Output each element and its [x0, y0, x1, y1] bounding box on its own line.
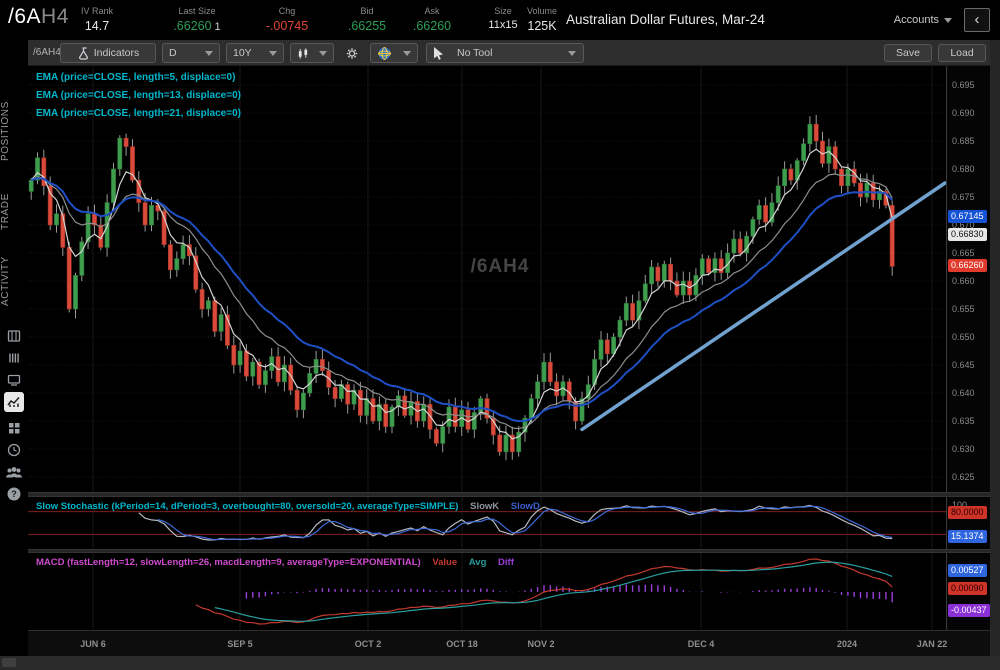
chart-symbol-tab[interactable]: /6AH4 — [33, 47, 61, 58]
study-labels[interactable]: EMA (price=CLOSE, length=5, displace=0) … — [36, 72, 241, 126]
stochastic-label[interactable]: Slow Stochastic (kPeriod=14, dPeriod=3, … — [36, 501, 540, 512]
time-axis[interactable]: JUN 6 SEP 5 OCT 2 OCT 18 NOV 2 DEC 4 2024 JAN 2… — [28, 630, 990, 656]
time-axis-label: DEC 4 — [679, 639, 723, 649]
legend-slowd: SlowD — [511, 501, 540, 512]
price-tick: 0.625 — [952, 472, 975, 482]
price-tick: 0.685 — [952, 136, 975, 146]
accounts-menu[interactable]: Accounts — [894, 14, 952, 26]
grid-icon[interactable] — [4, 418, 24, 438]
sidebar-tab-trade[interactable]: TRADE — [0, 182, 28, 242]
chevron-down-icon — [269, 51, 277, 56]
price-tick: 0.675 — [952, 192, 975, 202]
chevron-down-icon — [319, 51, 327, 56]
study-label-ema5[interactable]: EMA (price=CLOSE, length=5, displace=0) — [36, 72, 241, 83]
left-sidebar: POSITIONS TRADE ACTIVITY ? — [0, 40, 28, 670]
chart-watermark: /6AH4 — [430, 256, 570, 278]
monitor-icon[interactable] — [4, 370, 24, 390]
save-button[interactable]: Save — [884, 44, 932, 62]
price-tick: 0.660 — [952, 276, 975, 286]
community-icon[interactable] — [4, 462, 24, 482]
chevron-down-icon — [568, 51, 576, 56]
panel-splitter[interactable] — [28, 492, 990, 497]
bars-icon[interactable] — [4, 348, 24, 368]
stat-chg: Chg -.00745 — [247, 6, 327, 33]
collapse-panel-button[interactable]: ‹ — [964, 8, 990, 32]
macd-label[interactable]: MACD (fastLength=12, slowLength=26, macd… — [36, 557, 514, 568]
range-dropdown[interactable]: 10Y — [226, 43, 284, 63]
price-tick: 0.665 — [952, 248, 975, 258]
price-bubble: 0.66260 — [948, 259, 987, 272]
chart-icon[interactable] — [4, 392, 24, 412]
legend-value: Value — [432, 557, 457, 568]
time-axis-label: OCT 18 — [440, 639, 484, 649]
candlestick-icon — [297, 47, 309, 60]
price-chart-canvas[interactable] — [28, 66, 946, 492]
beaker-icon — [77, 47, 89, 60]
time-axis-label: SEP 5 — [218, 639, 262, 649]
legend-avg: Avg — [469, 557, 487, 568]
indicators-button[interactable]: Indicators — [60, 43, 156, 63]
price-tick: 0.690 — [952, 108, 975, 118]
chart-type-dropdown[interactable] — [290, 43, 334, 63]
svg-text:?: ? — [11, 489, 17, 499]
top-quote-bar: /6AH4 IV Rank 14.7 Last Size .662601 Chg… — [0, 0, 1000, 40]
gear-icon — [346, 46, 358, 61]
price-tick: 0.635 — [952, 416, 975, 426]
price-tick: 0.650 — [952, 332, 975, 342]
panel-splitter[interactable] — [28, 549, 990, 553]
resize-grip[interactable] — [2, 658, 16, 667]
last-qty: 1 — [215, 21, 221, 33]
time-axis-label: JUN 6 — [71, 639, 115, 649]
help-icon[interactable]: ? — [4, 484, 24, 504]
aggregation-dropdown[interactable]: D — [162, 43, 220, 63]
sidebar-tab-positions[interactable]: POSITIONS — [0, 85, 28, 177]
load-button[interactable]: Load — [938, 44, 986, 62]
time-axis-label: JAN 22 — [910, 639, 954, 649]
chart-settings-button[interactable] — [340, 43, 364, 63]
price-tick: 0.645 — [952, 360, 975, 370]
cursor-icon — [433, 47, 444, 60]
right-edge-strip — [990, 40, 1000, 656]
pattern-globe-icon — [377, 46, 392, 61]
clock-icon[interactable] — [4, 440, 24, 460]
chevron-down-icon — [205, 51, 213, 56]
price-tick: 0.640 — [952, 388, 975, 398]
price-bubble: 0.66830 — [948, 228, 987, 241]
time-axis-label: NOV 2 — [519, 639, 563, 649]
price-tick: 0.630 — [952, 444, 975, 454]
price-bubble: 0.67145 — [948, 210, 987, 223]
stochastic-bubble: 15.1374 — [948, 530, 987, 543]
chevron-down-icon — [944, 18, 952, 23]
macd-bubble: -0.00437 — [948, 604, 990, 617]
macd-bubble: 0.00090 — [948, 582, 987, 595]
study-label-ema21[interactable]: EMA (price=CLOSE, length=21, displace=0) — [36, 108, 241, 119]
ledger-icon[interactable] — [4, 326, 24, 346]
stat-last-size: Last Size .662601 — [147, 6, 247, 33]
patterns-dropdown[interactable] — [370, 43, 418, 63]
stat-ask: Ask .66260 — [392, 6, 472, 33]
legend-diff: Diff — [498, 557, 514, 568]
app-window: /6AH4 IV Rank 14.7 Last Size .662601 Chg… — [0, 0, 1000, 670]
chart-toolbar: /6AH4 Indicators D 10Y No Tool ─ ● Save … — [28, 40, 1000, 66]
time-axis-label: 2024 — [825, 639, 869, 649]
sidebar-tab-activity[interactable]: ACTIVITY — [0, 247, 28, 315]
symbol-root: /6A — [8, 5, 41, 28]
price-tick: 0.680 — [952, 164, 975, 174]
drawing-tool-dropdown[interactable]: No Tool — [426, 43, 584, 63]
time-axis-label: OCT 2 — [346, 639, 390, 649]
stat-iv-rank: IV Rank 14.7 — [57, 6, 137, 33]
legend-slowk: SlowK — [470, 501, 499, 512]
instrument-title: Australian Dollar Futures, Mar-24 — [566, 12, 765, 27]
price-axis[interactable]: 0.6950.6900.6850.6800.6750.6700.6650.660… — [946, 66, 990, 630]
study-label-ema13[interactable]: EMA (price=CLOSE, length=13, displace=0) — [36, 90, 241, 101]
price-tick: 0.695 — [952, 80, 975, 90]
chevron-down-icon — [403, 51, 411, 56]
stochastic-bubble: 80.0000 — [948, 506, 987, 519]
price-tick: 0.655 — [952, 304, 975, 314]
macd-bubble: 0.00527 — [948, 564, 987, 577]
bottom-bar — [0, 656, 1000, 670]
